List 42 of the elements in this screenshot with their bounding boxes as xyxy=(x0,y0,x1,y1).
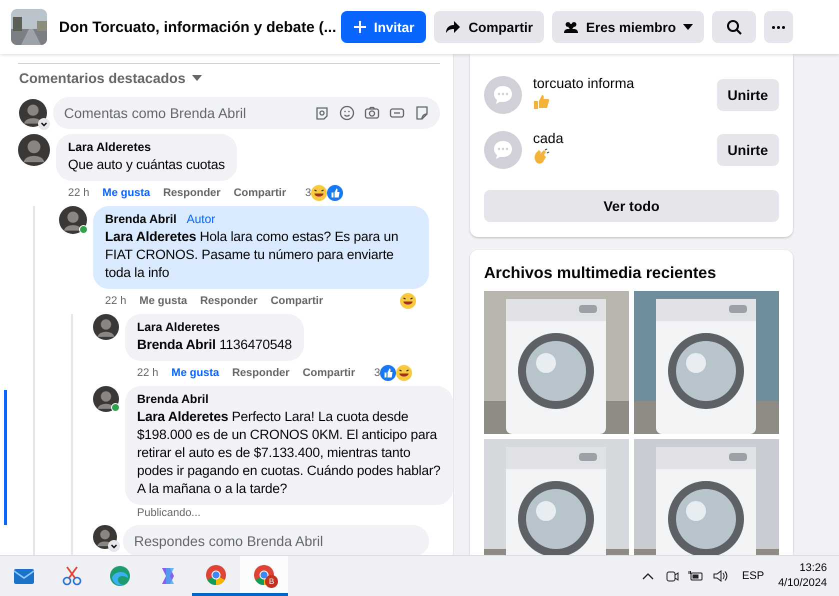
timestamp[interactable]: 22 h xyxy=(137,367,158,379)
reply-field[interactable]: Respondes como Brenda Abril xyxy=(123,525,429,555)
comment-text: Brenda Abril 1136470548 xyxy=(137,336,292,354)
posting-status: Publicando... xyxy=(137,507,201,519)
comment-field[interactable]: Comentas como Brenda Abril xyxy=(53,97,440,129)
reaction-count[interactable]: 3 xyxy=(305,187,312,199)
section-title: Archivos multimedia recientes xyxy=(484,265,718,283)
language-indicator[interactable]: ESP xyxy=(742,570,764,582)
taskbar-app[interactable]: B xyxy=(240,556,288,596)
comment-text: Que auto y cuántas cuotas xyxy=(68,156,225,174)
action-link[interactable]: Compartir xyxy=(270,295,324,307)
action-link[interactable]: Compartir xyxy=(234,187,286,199)
chat-name[interactable]: cada xyxy=(533,129,706,148)
share-button[interactable]: Compartir xyxy=(434,11,544,43)
profile-badge: B xyxy=(265,575,278,588)
author-label: Autor xyxy=(186,212,216,226)
timestamp[interactable]: 22 h xyxy=(105,295,126,307)
action-link[interactable]: Me gusta xyxy=(102,187,150,199)
action-link[interactable]: Me gusta xyxy=(171,367,220,379)
action-link[interactable]: Compartir xyxy=(302,367,356,379)
sort-dropdown[interactable]: Comentarios destacados xyxy=(19,70,202,86)
invite-button[interactable]: Invitar xyxy=(340,11,426,43)
clock-date[interactable]: 4/10/2024 xyxy=(778,576,827,591)
author-name[interactable]: Brenda Abril xyxy=(137,392,209,406)
join-button[interactable]: Unirte xyxy=(716,78,779,110)
action-link[interactable]: Responder xyxy=(232,367,290,379)
reaction-count[interactable]: 3 xyxy=(374,367,380,379)
chat-name[interactable]: torcuato informa xyxy=(533,74,706,93)
action-link[interactable]: Me gusta xyxy=(139,295,188,307)
join-button[interactable]: Unirte xyxy=(716,134,779,166)
action-link[interactable]: Responder xyxy=(200,295,258,307)
action-link[interactable]: Responder xyxy=(163,187,221,199)
see-all-button[interactable]: Ver todo xyxy=(484,190,779,222)
timestamp[interactable]: 22 h xyxy=(68,187,90,199)
member-button[interactable]: Eres miembro xyxy=(552,11,704,43)
comment-text: Lara Alderetes Perfecto Lara! La cuota desde $198.000 es de un CRONOS 0KM. El anticipo para retirar el auto es de $7.133.400, mientras tanto podes ir pagando en cuotas. Cuándo podes hablar? A la mañana o a la tarde? xyxy=(137,408,441,498)
author-name[interactable]: Lara Alderetes xyxy=(137,320,220,334)
author-name[interactable]: Lara Alderetes xyxy=(68,140,151,154)
author-name[interactable]: Brenda Abril xyxy=(105,212,177,226)
comment-text: Lara Alderetes Hola lara como estas? Es para un FIAT CRONOS. Pasame tu número para enviarte toda la info xyxy=(105,228,400,282)
group-title[interactable]: Don Torcuato, información y debate (... xyxy=(59,18,336,36)
clock-time[interactable]: 13:26 xyxy=(799,561,827,576)
